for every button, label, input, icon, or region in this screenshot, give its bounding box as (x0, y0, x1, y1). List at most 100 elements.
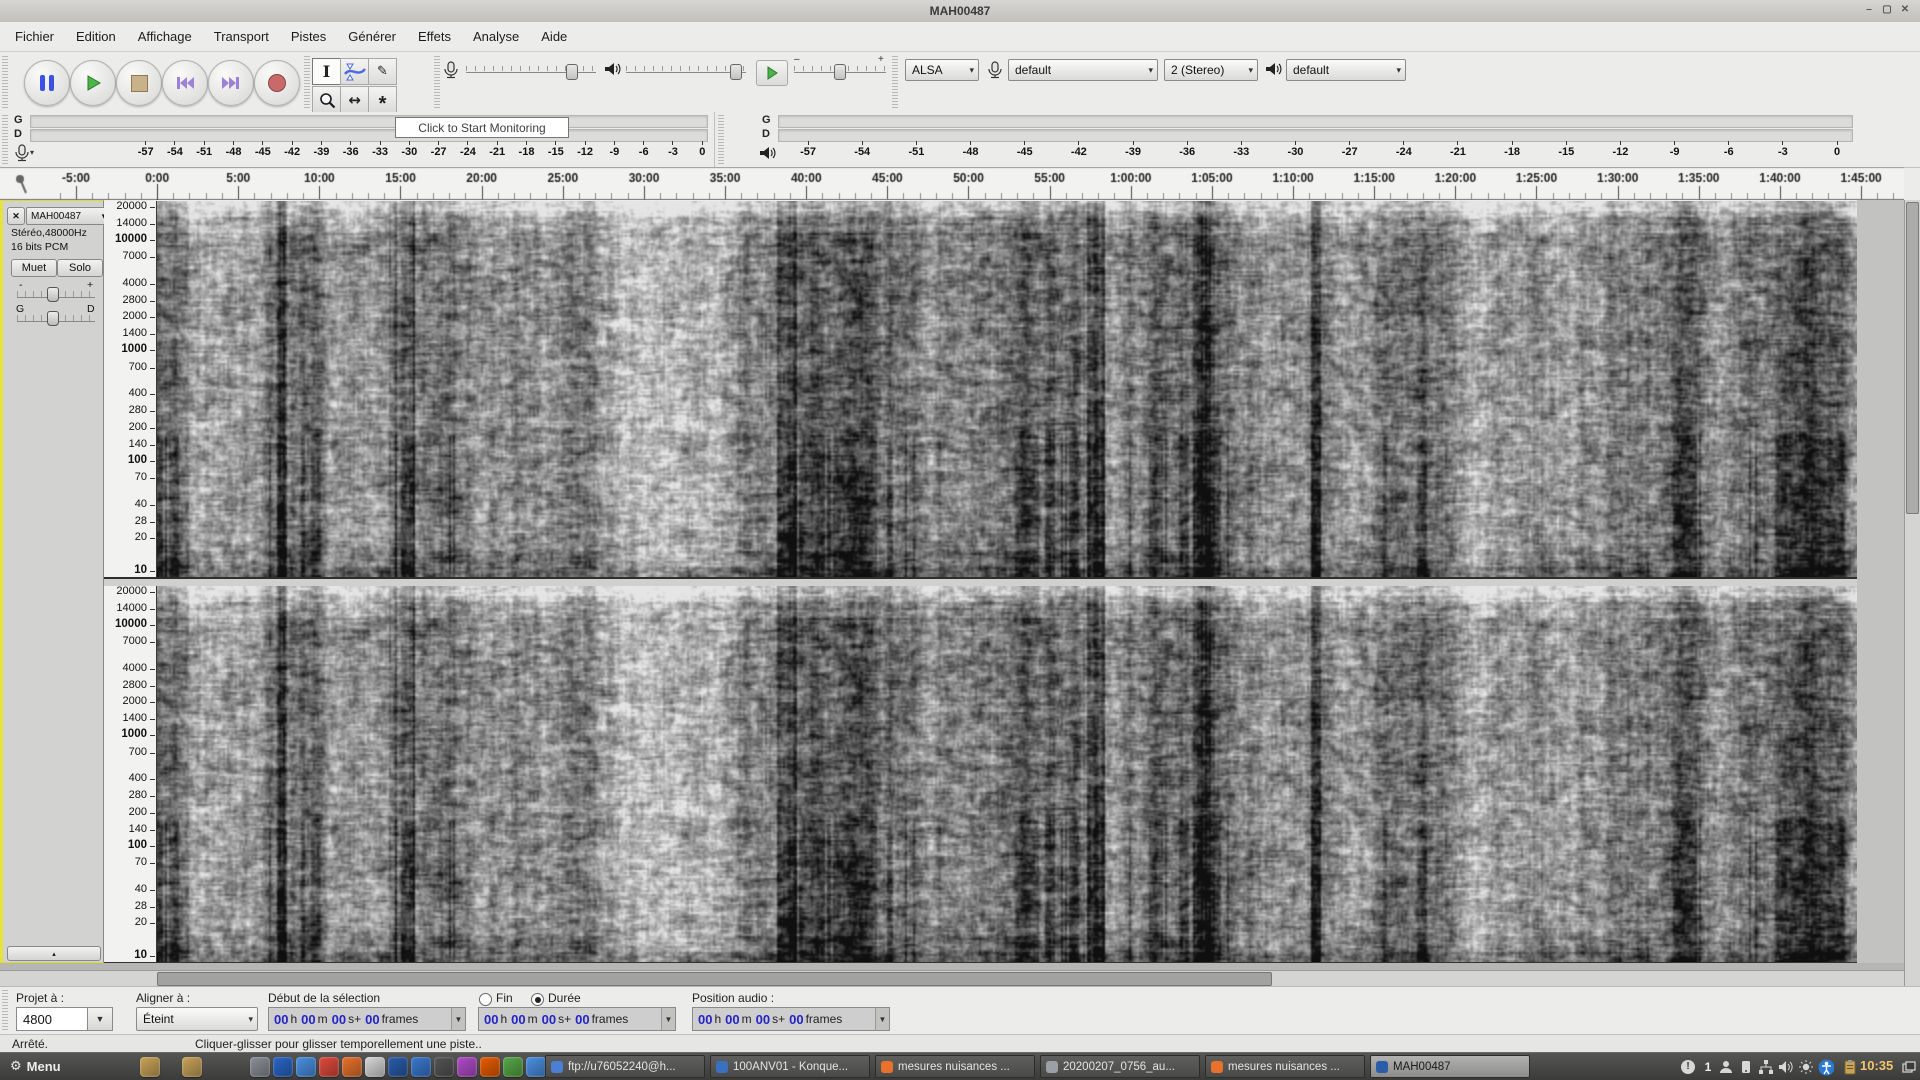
vertical-scrollbar-thumb[interactable] (1906, 202, 1919, 514)
menu-item-analyse[interactable]: Analyse (462, 22, 530, 52)
launcher-recorder-icon[interactable] (434, 1057, 454, 1077)
horizontal-scrollbar-thumb[interactable] (157, 972, 1272, 986)
chevron-down-icon[interactable]: ▼ (451, 1008, 465, 1030)
mute-button[interactable]: Muet (11, 259, 57, 277)
meter-grip[interactable] (2, 115, 8, 164)
menu-item-fichier[interactable]: Fichier (4, 22, 65, 52)
launcher-folder-icon[interactable] (182, 1057, 202, 1077)
play-meter-left-bar[interactable] (778, 115, 1853, 128)
zoom-tool-button[interactable] (312, 86, 341, 113)
gain-slider-thumb[interactable] (47, 287, 59, 302)
solo-button[interactable]: Solo (57, 259, 103, 277)
task-button-5[interactable]: mesures nuisances ... (1205, 1055, 1365, 1078)
launcher-audacity-icon[interactable] (388, 1057, 408, 1077)
timeshift-tool-button[interactable]: ↔ (340, 86, 369, 113)
audio-position-field[interactable]: 00 h 00 m 00 s+ 00 frames ▼ (692, 1007, 890, 1031)
rewind-button[interactable] (162, 60, 208, 106)
task-button-3[interactable]: mesures nuisances ... (875, 1055, 1035, 1078)
playback-volume-thumb[interactable] (730, 64, 742, 80)
launcher-display-icon[interactable] (526, 1057, 546, 1077)
timeline-ruler[interactable] (0, 167, 1904, 200)
menu-item-edition[interactable]: Edition (65, 22, 127, 52)
launcher-firefox-icon[interactable] (342, 1057, 362, 1077)
tray-network-icon[interactable] (1758, 1059, 1774, 1075)
toolbar-grip[interactable] (2, 56, 8, 108)
pan-slider-thumb[interactable] (47, 311, 59, 326)
play-at-speed-button[interactable] (756, 60, 788, 86)
title-bar[interactable]: MAH00487 – ▢ ✕ (0, 0, 1920, 23)
menu-item-transport[interactable]: Transport (203, 22, 280, 52)
input-channels-select[interactable]: 2 (Stereo) (1164, 59, 1258, 81)
tray-phone-icon[interactable] (1738, 1059, 1754, 1075)
stop-button[interactable] (116, 60, 162, 106)
toolbar-grip[interactable] (304, 56, 310, 108)
play-button[interactable] (70, 60, 116, 106)
track-collapse-button[interactable]: ▴ (7, 946, 101, 961)
launcher-vlc-icon[interactable] (480, 1057, 500, 1077)
forward-button[interactable] (208, 60, 254, 106)
task-button-1[interactable]: ftp://u76052240@h... (545, 1055, 705, 1078)
chevron-down-icon[interactable]: ▼ (661, 1008, 675, 1030)
play-speed-slider[interactable] (794, 60, 886, 82)
spectrogram-right-channel[interactable] (157, 586, 1857, 962)
snap-to-select[interactable]: Éteint (136, 1007, 258, 1031)
launcher-video-player-icon[interactable] (250, 1057, 270, 1077)
tray-clipboard-icon[interactable] (1842, 1059, 1858, 1075)
record-meter-left-bar[interactable] (30, 115, 708, 128)
selection-end-radio[interactable] (479, 993, 492, 1006)
record-meter-mic-icon[interactable] (13, 144, 31, 162)
play-meter-speaker-icon[interactable] (758, 145, 776, 161)
playback-volume-slider[interactable] (626, 60, 746, 82)
recording-volume-slider[interactable] (466, 60, 596, 82)
toolbar-grip[interactable] (434, 56, 440, 108)
frequency-axis-left-channel[interactable]: 20000 14000 10000 7000 4000 2800 2000 1400 1000 7… (104, 200, 157, 577)
show-desktop-icon[interactable] (1902, 1061, 1917, 1074)
selection-length-field[interactable]: 00 h 00 m 00 s+ 00 frames ▼ (478, 1007, 676, 1031)
tray-user-icon[interactable] (1718, 1059, 1734, 1075)
menu-item-affichage[interactable]: Affichage (127, 22, 203, 52)
launcher-file-manager-icon[interactable] (140, 1057, 160, 1077)
task-button-4[interactable]: 20200207_0756_au... (1040, 1055, 1200, 1078)
output-device-select[interactable]: default (1286, 59, 1406, 81)
track-close-button[interactable]: ✕ (7, 207, 25, 225)
tray-accessibility-icon[interactable] (1818, 1059, 1834, 1075)
frequency-axis-right-channel[interactable]: 20000 14000 10000 7000 4000 2800 2000 1400 1000 7… (104, 585, 157, 962)
draw-tool-button[interactable]: ✎ (368, 58, 397, 85)
play-speed-thumb[interactable] (834, 64, 846, 80)
selection-tool-button[interactable]: I (312, 58, 341, 85)
track-title-menu[interactable]: MAH00487▼ (26, 207, 113, 225)
launcher-thunderbird-icon[interactable] (273, 1057, 293, 1077)
taskbar-menu-button[interactable]: ⚙ Menu (4, 1055, 67, 1078)
tray-brightness-icon[interactable] (1798, 1059, 1814, 1075)
launcher-chromium-icon[interactable] (296, 1057, 316, 1077)
launcher-chrome-icon[interactable] (319, 1057, 339, 1077)
project-rate-dropdown[interactable]: ▼ (87, 1007, 113, 1031)
selection-start-field[interactable]: 00 h 00 m 00 s+ 00 frames ▼ (268, 1007, 466, 1031)
launcher-photo-tool-icon[interactable] (457, 1057, 477, 1077)
selection-toolbar-grip[interactable] (2, 990, 8, 1032)
envelope-tool-button[interactable] (340, 58, 369, 85)
tray-notifications-icon[interactable]: ! (1680, 1059, 1696, 1075)
menu-item-générer[interactable]: Générer (337, 22, 407, 52)
multi-tool-button[interactable]: * (368, 86, 397, 114)
launcher-text-editor-icon[interactable] (365, 1057, 385, 1077)
tray-volume-icon[interactable] (1778, 1059, 1794, 1075)
minimize-button[interactable]: – (1862, 3, 1876, 17)
menu-item-aide[interactable]: Aide (530, 22, 578, 52)
tray-count-icon[interactable]: 1 (1700, 1059, 1716, 1075)
toolbar-grip[interactable] (892, 56, 898, 108)
task-button-2[interactable]: 100ANV01 - Konque... (710, 1055, 870, 1078)
chevron-down-icon[interactable]: ▼ (875, 1008, 889, 1030)
launcher-calculator-icon[interactable] (503, 1057, 523, 1077)
pause-button[interactable] (24, 60, 70, 106)
spectrogram-left-channel[interactable] (157, 201, 1857, 577)
record-button[interactable] (254, 60, 300, 106)
project-rate-value[interactable]: 4800 (16, 1007, 88, 1031)
task-button-6[interactable]: MAH00487 (1370, 1055, 1530, 1078)
launcher-media-player-icon[interactable] (411, 1057, 431, 1077)
meter-grip[interactable] (718, 115, 724, 164)
menu-item-effets[interactable]: Effets (407, 22, 462, 52)
input-device-select[interactable]: default (1008, 59, 1158, 81)
recording-volume-thumb[interactable] (566, 64, 578, 80)
menu-item-pistes[interactable]: Pistes (280, 22, 337, 52)
